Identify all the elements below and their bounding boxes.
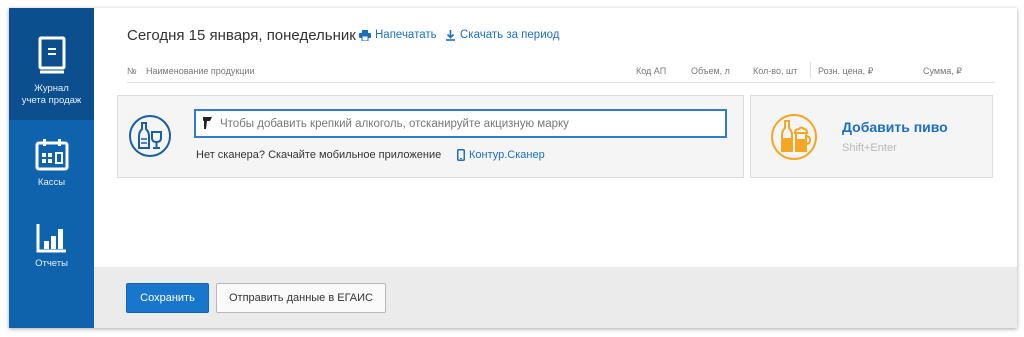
column-header-number: № bbox=[127, 66, 137, 76]
sidebar-item-label: Отчеты bbox=[35, 258, 68, 269]
scanner-icon bbox=[203, 117, 212, 129]
bottle-glass-icon bbox=[129, 115, 171, 157]
reports-chart-icon bbox=[36, 224, 66, 253]
mobile-phone-icon bbox=[457, 149, 465, 161]
no-scanner-hint: Нет сканера? Скачайте мобильное приложен… bbox=[196, 149, 442, 161]
sidebar-item-label-2: учета продаж bbox=[21, 95, 82, 106]
app-window: Журнал учета продаж Кассы Отчеты Сегодня… bbox=[9, 8, 1017, 328]
add-beer-button[interactable]: Добавить пиво Shift+Enter bbox=[750, 95, 993, 178]
send-egais-button[interactable]: Отправить данные в ЕГАИС bbox=[216, 283, 386, 313]
column-header-quantity: Кол-во, шт bbox=[753, 66, 798, 76]
sidebar-item-reports[interactable]: Отчеты bbox=[9, 208, 94, 288]
excise-scan-input[interactable] bbox=[194, 109, 727, 138]
print-link[interactable]: Напечатать bbox=[359, 29, 437, 41]
column-header-code: Код АП bbox=[636, 66, 667, 76]
download-icon bbox=[446, 29, 455, 41]
column-header-product-name: Наименование продукции bbox=[146, 66, 255, 76]
column-divider bbox=[810, 62, 811, 78]
column-header-sum: Сумма, ₽ bbox=[923, 66, 963, 76]
cash-register-icon bbox=[35, 139, 68, 171]
download-period-link[interactable]: Скачать за период bbox=[445, 29, 559, 41]
journal-icon bbox=[38, 36, 65, 74]
main-content: Сегодня 15 января, понедельник Напечатат… bbox=[94, 8, 1017, 328]
sidebar-item-sales-journal[interactable]: Журнал учета продаж bbox=[9, 8, 94, 120]
column-header-volume: Объем, л bbox=[691, 66, 730, 76]
scanner-app-label: Контур.Сканер bbox=[469, 149, 545, 161]
sidebar-item-label: Кассы bbox=[37, 177, 66, 188]
sidebar-item-cash-registers[interactable]: Кассы bbox=[9, 120, 94, 200]
print-label: Напечатать bbox=[375, 29, 437, 41]
download-label: Скачать за период bbox=[460, 29, 560, 41]
add-beer-shortcut: Shift+Enter bbox=[842, 142, 897, 154]
sidebar-item-label: Журнал bbox=[34, 83, 69, 94]
scan-excise-panel: Нет сканера? Скачайте мобильное приложен… bbox=[117, 95, 744, 178]
printer-icon bbox=[359, 29, 371, 41]
page-title: Сегодня 15 января, понедельник bbox=[127, 27, 356, 44]
add-beer-title: Добавить пиво bbox=[842, 119, 948, 135]
save-button[interactable]: Сохранить bbox=[126, 283, 209, 313]
scanner-app-link[interactable]: Контур.Сканер bbox=[457, 149, 545, 161]
footer-actions: Сохранить Отправить данные в ЕГАИС bbox=[94, 267, 1017, 328]
column-header-retail-price: Розн. цена, ₽ bbox=[818, 66, 874, 76]
table-header-divider bbox=[127, 82, 994, 83]
beer-bottle-icon bbox=[771, 114, 817, 160]
sidebar: Журнал учета продаж Кассы Отчеты bbox=[9, 8, 94, 328]
